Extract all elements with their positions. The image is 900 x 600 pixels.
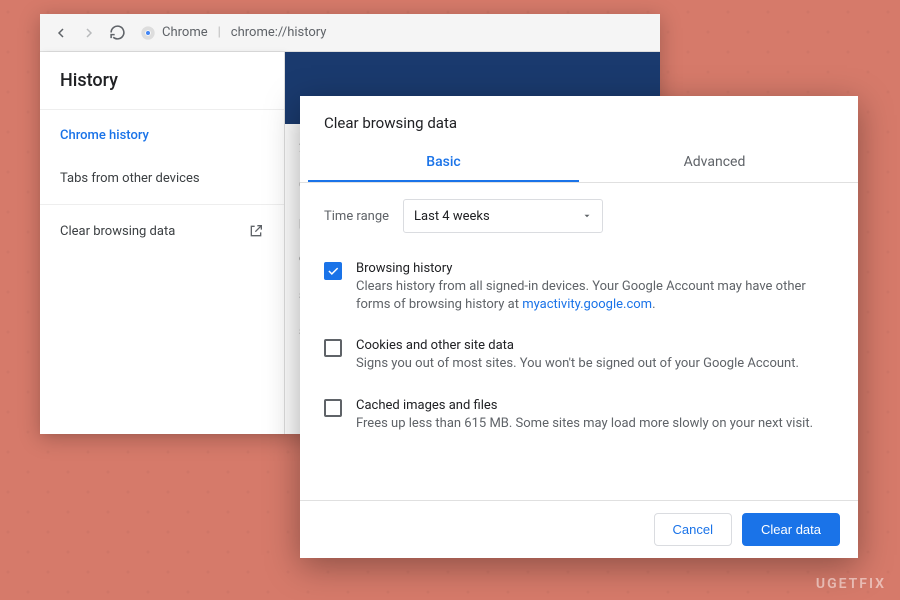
reload-button[interactable] [106, 22, 128, 44]
chevron-down-icon [582, 211, 592, 221]
sidebar-item-label: Clear browsing data [60, 224, 175, 239]
dialog-tabs: Basic Advanced [300, 142, 858, 183]
sidebar-item-chrome-history[interactable]: Chrome history [40, 114, 284, 157]
option-title: Cookies and other site data [356, 338, 799, 353]
browser-toolbar: Chrome | chrome://history [40, 14, 660, 52]
forward-button[interactable] [78, 22, 100, 44]
sidebar-item-label: Chrome history [60, 128, 149, 143]
myactivity-link[interactable]: myactivity.google.com [522, 297, 652, 312]
clear-browsing-data-dialog: Clear browsing data Basic Advanced Time … [300, 96, 858, 558]
dialog-footer: Cancel Clear data [300, 500, 858, 558]
time-range-value: Last 4 weeks [414, 209, 490, 224]
tab-basic[interactable]: Basic [308, 142, 579, 182]
option-description: Frees up less than 615 MB. Some sites ma… [356, 415, 813, 433]
option-cookies: Cookies and other site data Signs you ou… [324, 328, 834, 387]
option-cached: Cached images and files Frees up less th… [324, 388, 834, 447]
cancel-button[interactable]: Cancel [654, 513, 732, 546]
option-browsing-history: Browsing history Clears history from all… [324, 251, 834, 328]
checkbox-cached[interactable] [324, 399, 342, 417]
history-sidebar: History Chrome history Tabs from other d… [40, 52, 285, 434]
clear-data-button[interactable]: Clear data [742, 513, 840, 546]
time-range-select[interactable]: Last 4 weeks [403, 199, 603, 233]
chrome-label: Chrome [162, 25, 208, 40]
addr-divider: | [218, 25, 221, 40]
sidebar-item-label: Tabs from other devices [60, 171, 200, 186]
back-button[interactable] [50, 22, 72, 44]
option-description: Clears history from all signed-in device… [356, 278, 834, 314]
chrome-icon [140, 25, 156, 41]
sidebar-item-clear-browsing-data[interactable]: Clear browsing data [40, 209, 284, 253]
option-title: Browsing history [356, 261, 834, 276]
watermark: UGETFIX [816, 576, 886, 592]
sidebar-item-tabs-other-devices[interactable]: Tabs from other devices [40, 157, 284, 200]
option-title: Cached images and files [356, 398, 813, 413]
address-bar[interactable]: Chrome | chrome://history [140, 25, 326, 41]
page-title: History [40, 52, 284, 105]
checkbox-browsing-history[interactable] [324, 262, 342, 280]
tab-advanced[interactable]: Advanced [579, 142, 850, 182]
option-description: Signs you out of most sites. You won't b… [356, 355, 799, 373]
time-range-label: Time range [324, 209, 389, 224]
dialog-title: Clear browsing data [300, 96, 858, 142]
open-external-icon [248, 223, 264, 239]
url-text: chrome://history [231, 25, 327, 40]
checkbox-cookies[interactable] [324, 339, 342, 357]
